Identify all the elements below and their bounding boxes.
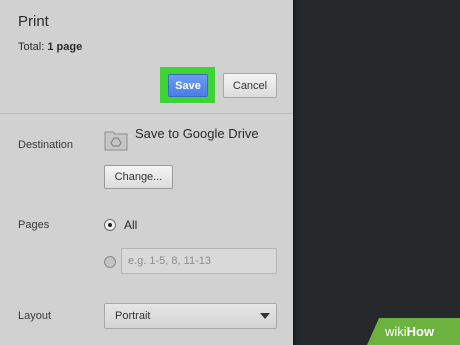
layout-label: Layout bbox=[18, 310, 52, 322]
pages-range-input[interactable] bbox=[121, 248, 277, 274]
google-drive-icon bbox=[104, 131, 128, 151]
print-panel: Print Total: 1 page Save Cancel Destinat… bbox=[0, 0, 293, 345]
dialog-title: Print bbox=[18, 13, 49, 30]
pages-label: Pages bbox=[18, 219, 50, 231]
pages-all-label: All bbox=[124, 218, 138, 232]
layout-select[interactable]: Portrait bbox=[104, 303, 277, 329]
print-header: Print Total: 1 page Save Cancel bbox=[0, 0, 293, 110]
destination-label: Destination bbox=[18, 139, 74, 151]
destination-name: Save to Google Drive bbox=[135, 126, 259, 141]
header-divider bbox=[0, 113, 293, 114]
cancel-button[interactable]: Cancel bbox=[223, 73, 277, 98]
watermark-text: wikiHow bbox=[385, 324, 435, 339]
total-pages: Total: 1 page bbox=[18, 41, 82, 53]
pages-custom-radio[interactable] bbox=[104, 256, 116, 268]
total-label: Total: bbox=[18, 41, 45, 53]
chevron-down-icon bbox=[260, 313, 270, 319]
pages-all-radio[interactable] bbox=[104, 219, 116, 231]
panel-shadow bbox=[293, 0, 297, 345]
total-value: 1 page bbox=[47, 41, 83, 53]
save-button[interactable]: Save bbox=[168, 74, 208, 97]
change-destination-button[interactable]: Change... bbox=[104, 165, 173, 189]
wikihow-watermark: wikiHow bbox=[367, 318, 460, 345]
layout-selected-value: Portrait bbox=[115, 310, 151, 322]
